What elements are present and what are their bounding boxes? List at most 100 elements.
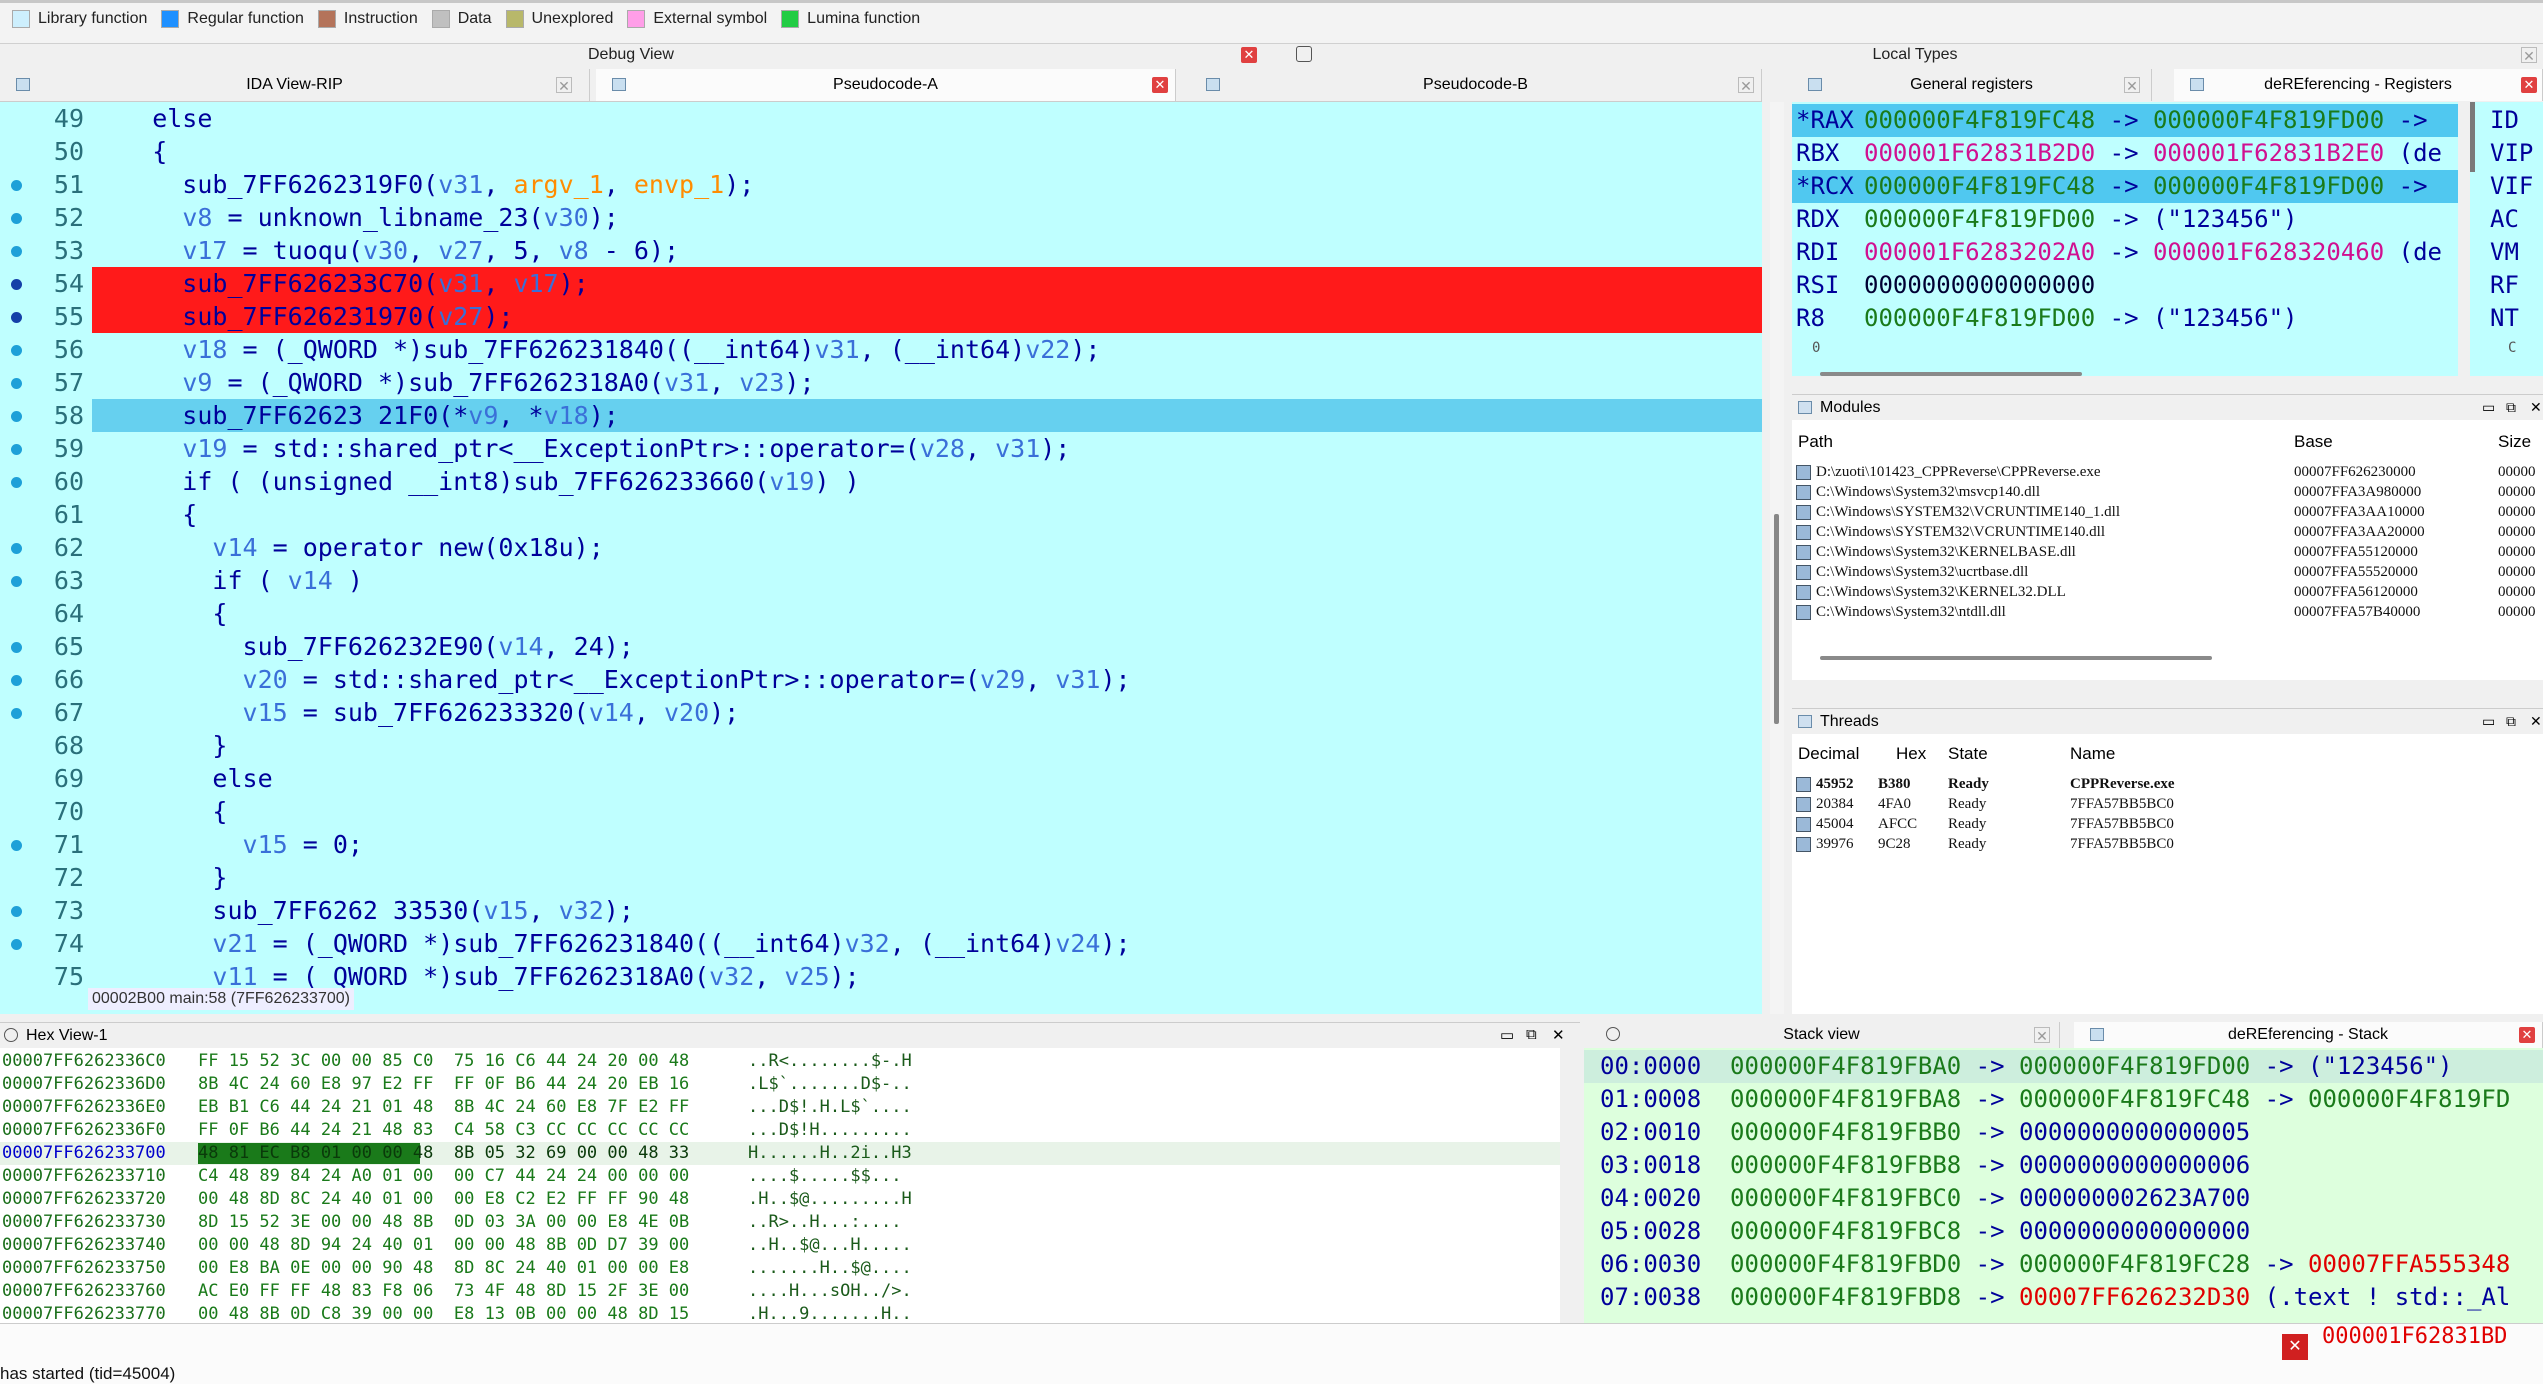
code-line[interactable]: 69 else — [0, 762, 1762, 795]
stack-row[interactable]: 06:0030 000000F4F819FBD0 -> 000000F4F819… — [1584, 1248, 2543, 1281]
maximize-icon[interactable]: ▭ — [1500, 1026, 1514, 1044]
flag-name[interactable]: VIP — [2490, 137, 2533, 170]
modules-col-size[interactable]: Size — [2498, 432, 2531, 452]
restore-icon[interactable]: ⧉ — [2506, 399, 2516, 416]
module-row[interactable]: C:\Windows\SYSTEM32\VCRUNTIME140.dll 0000… — [1792, 522, 2543, 542]
close-icon[interactable]: ✕ — [1738, 77, 1754, 94]
code-line[interactable]: 61 { — [0, 498, 1762, 531]
register-row[interactable]: RDX 000000F4F819FD00 -> ("123456") — [1792, 203, 2458, 236]
breakpoint-dot-icon[interactable] — [11, 840, 22, 851]
flag-name[interactable]: VIF — [2490, 170, 2533, 203]
close-icon[interactable]: ✕ — [1241, 47, 1257, 63]
stack-row[interactable]: 07:0038 000000F4F819FBD8 -> 00007FF62623… — [1584, 1281, 2543, 1314]
breakpoint-dot-icon[interactable] — [11, 180, 22, 191]
tab-pseudocode-b[interactable]: Pseudocode-B ✕ — [1190, 69, 1762, 101]
threads-view[interactable]: Decimal Hex State Name 45952 B380 Ready CPP… — [1792, 734, 2543, 1014]
code-line[interactable]: 49 else — [0, 102, 1762, 135]
tab-stack-view[interactable]: Stack view ✕ — [1584, 1022, 2060, 1048]
maximize-icon[interactable]: ▭ — [2482, 713, 2495, 730]
stack-row[interactable]: 00:0000 000000F4F819FBA0 -> 000000F4F819… — [1584, 1050, 2543, 1083]
tab-general-registers[interactable]: General registers ✕ — [1792, 69, 2152, 101]
code-line[interactable]: 67 v15 = sub_7FF626233320(v14, v20); — [0, 696, 1762, 729]
close-icon[interactable]: ✕ — [2530, 713, 2542, 730]
breakpoint-dot-icon[interactable] — [11, 378, 22, 389]
output-window[interactable]: ✕ 000001F62831BD has started (tid=45004) — [0, 1323, 2543, 1384]
code-line[interactable]: 65 sub_7FF626232E90(v14, 24); — [0, 630, 1762, 663]
code-line[interactable]: 74 v21 = (_QWORD *)sub_7FF626231840((__i… — [0, 927, 1762, 960]
deref-stack-view[interactable]: 00:0000 000000F4F819FBA0 -> 000000F4F819… — [1584, 1048, 2543, 1323]
module-row[interactable]: C:\Windows\SYSTEM32\VCRUNTIME140_1.dll 00… — [1792, 502, 2543, 522]
code-line[interactable]: 70 { — [0, 795, 1762, 828]
breakpoint-dot-icon[interactable] — [11, 312, 22, 323]
flags-view[interactable]: ID VIP VIF AC VM RF NT — [2470, 102, 2543, 376]
register-row[interactable]: RDI 000001F6283202A0 -> 000001F628320460 … — [1792, 236, 2458, 269]
hex-row[interactable]: 00007FF626233720 00 48 8D 8C 24 40 01 00 … — [0, 1188, 1560, 1211]
hex-row[interactable]: 00007FF626233750 00 E8 BA 0E 00 00 90 48 … — [0, 1257, 1560, 1280]
register-row[interactable]: *RAX 000000F4F819FC48 -> 000000F4F819FD00… — [1792, 104, 2458, 137]
code-line[interactable]: 53 v17 = tuoqu(v30, v27, 5, v8 - 6); — [0, 234, 1762, 267]
close-icon[interactable]: ✕ — [1552, 1026, 1565, 1044]
breakpoint-dot-icon[interactable] — [11, 642, 22, 653]
restore-icon[interactable]: ⧉ — [2506, 713, 2516, 730]
code-line[interactable]: 56 v18 = (_QWORD *)sub_7FF626231840((__i… — [0, 333, 1762, 366]
hex-row[interactable]: 00007FF626233770 00 48 8B 0D C8 39 00 00 … — [0, 1303, 1560, 1323]
hex-row[interactable]: 00007FF626233740 00 00 48 8D 94 24 40 01 … — [0, 1234, 1560, 1257]
tab-ida-view-rip[interactable]: IDA View-RIP ✕ — [0, 69, 590, 101]
scrollbar-thumb[interactable] — [1774, 514, 1779, 724]
code-line[interactable]: 64 { — [0, 597, 1762, 630]
breakpoint-dot-icon[interactable] — [11, 444, 22, 455]
breakpoint-dot-icon[interactable] — [11, 675, 22, 686]
modules-view[interactable]: Path Base Size D:\zuoti\101423_CPPRevers… — [1792, 420, 2543, 680]
code-line[interactable]: 50 { — [0, 135, 1762, 168]
close-icon[interactable]: ✕ — [2521, 47, 2537, 64]
flag-name[interactable]: AC — [2490, 203, 2519, 236]
module-row[interactable]: C:\Windows\System32\ntdll.dll 00007FFA57B… — [1792, 602, 2543, 622]
code-line[interactable]: 68 } — [0, 729, 1762, 762]
pseudocode-scrollbar[interactable] — [1770, 102, 1784, 1014]
code-line[interactable]: 55 sub_7FF626231970(v27); — [0, 300, 1762, 333]
code-line[interactable]: 52 v8 = unknown_libname_23(v30); — [0, 201, 1762, 234]
close-icon[interactable]: ✕ — [1152, 77, 1168, 93]
register-row[interactable]: *RCX 000000F4F819FC48 -> 000000F4F819FD00… — [1792, 170, 2458, 203]
registers-scroll-thumb[interactable] — [2470, 102, 2475, 172]
hex-view[interactable]: 00007FF6262336C0 FF 15 52 3C 00 00 85 C0 … — [0, 1048, 1560, 1323]
flag-name[interactable]: RF — [2490, 269, 2519, 302]
module-row[interactable]: C:\Windows\System32\KERNEL32.DLL 00007FFA… — [1792, 582, 2543, 602]
threads-col-state[interactable]: State — [1948, 744, 1988, 764]
threads-col-name[interactable]: Name — [2070, 744, 2115, 764]
hex-row[interactable]: 00007FF6262336D0 8B 4C 24 60 E8 97 E2 FF … — [0, 1073, 1560, 1096]
breakpoint-dot-icon[interactable] — [11, 576, 22, 587]
tab-pseudocode-a[interactable]: Pseudocode-A ✕ — [596, 69, 1176, 101]
hex-row[interactable]: 00007FF6262336C0 FF 15 52 3C 00 00 85 C0 … — [0, 1050, 1560, 1073]
tab-deref-stack[interactable]: deREferencing - Stack ✕ — [2074, 1022, 2543, 1048]
modules-col-path[interactable]: Path — [1798, 432, 1833, 452]
close-icon[interactable]: ✕ — [2034, 1027, 2050, 1044]
hex-row[interactable]: 00007FF626233710 C4 48 89 84 24 A0 01 00 … — [0, 1165, 1560, 1188]
breakpoint-dot-icon[interactable] — [11, 906, 22, 917]
pseudocode-view[interactable]: 49 else 50 {51 sub_7FF6262319F0(v31, argv… — [0, 102, 1762, 1014]
code-line[interactable]: 66 v20 = std::shared_ptr<__ExceptionPtr>… — [0, 663, 1762, 696]
code-line[interactable]: 54 sub_7FF626233C70(v31, v17); — [0, 267, 1762, 300]
register-row[interactable]: RBX 000001F62831B2D0 -> 000001F62831B2E0 … — [1792, 137, 2458, 170]
hex-row[interactable]: 00007FF6262336F0 FF 0F B6 44 24 21 48 83 … — [0, 1119, 1560, 1142]
close-icon[interactable]: ✕ — [2519, 1027, 2535, 1043]
maximize-icon[interactable]: ▭ — [2482, 399, 2495, 416]
breakpoint-dot-icon[interactable] — [11, 345, 22, 356]
close-icon[interactable]: ✕ — [2282, 1334, 2308, 1360]
code-line[interactable]: 72 } — [0, 861, 1762, 894]
code-line[interactable]: 51 sub_7FF6262319F0(v31, argv_1, envp_1)… — [0, 168, 1762, 201]
flag-name[interactable]: VM — [2490, 236, 2519, 269]
thread-row[interactable]: 20384 4FA0 Ready 7FFA57BB5BC0 — [1792, 794, 2543, 814]
threads-col-hex[interactable]: Hex — [1896, 744, 1926, 764]
hex-row[interactable]: 00007FF626233760 AC E0 FF FF 48 83 F8 06 … — [0, 1280, 1560, 1303]
modules-col-base[interactable]: Base — [2294, 432, 2333, 452]
breakpoint-dot-icon[interactable] — [11, 543, 22, 554]
hex-row[interactable]: 00007FF626233730 8D 15 52 3E 00 00 48 8B … — [0, 1211, 1560, 1234]
breakpoint-dot-icon[interactable] — [11, 411, 22, 422]
register-row[interactable]: R8 000000F4F819FD00 -> ("123456") — [1792, 302, 2458, 335]
hex-row[interactable]: 00007FF626233700 48 81 EC B8 01 00 00 48 … — [0, 1142, 1560, 1165]
flag-name[interactable]: NT — [2490, 302, 2519, 335]
module-row[interactable]: C:\Windows\System32\msvcp140.dll 00007FFA… — [1792, 482, 2543, 502]
code-line[interactable]: 71 v15 = 0; — [0, 828, 1762, 861]
code-line[interactable]: 62 v14 = operator new(0x18u); — [0, 531, 1762, 564]
